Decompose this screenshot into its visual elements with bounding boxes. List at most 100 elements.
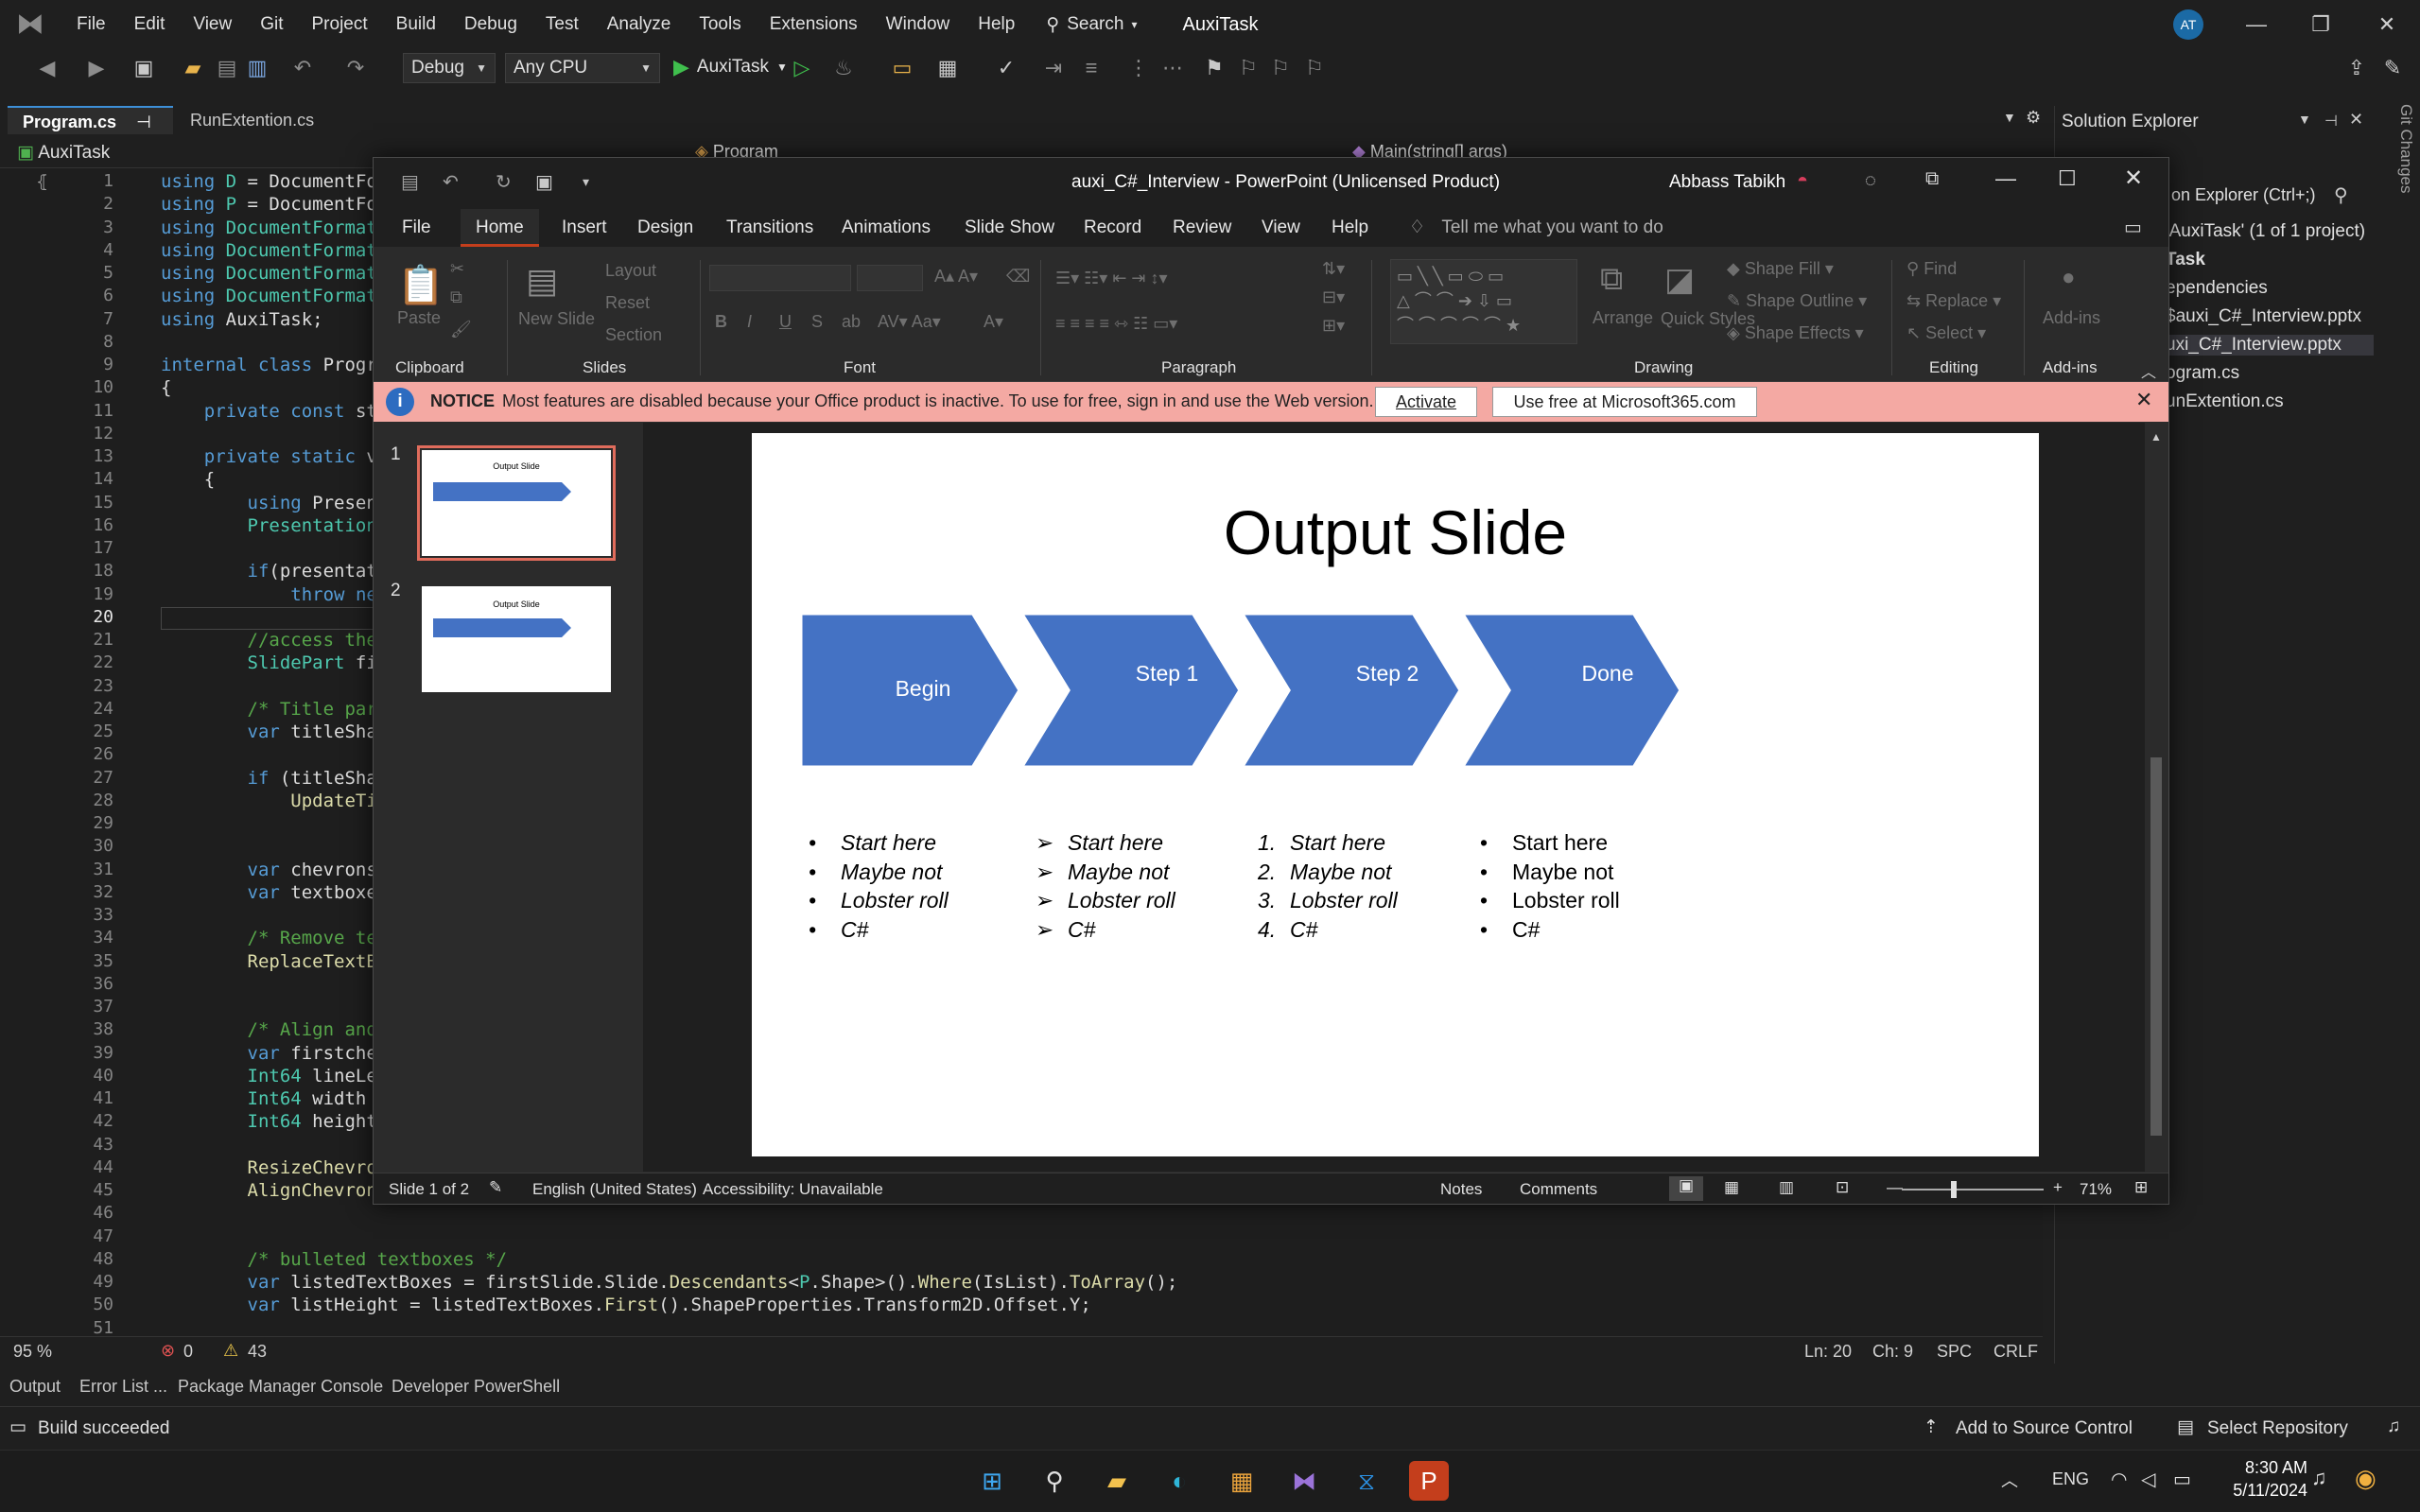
edge-icon[interactable]: ◐ (1159, 1461, 1199, 1501)
wifi-icon[interactable]: ◠ (2111, 1468, 2127, 1491)
find-button[interactable]: ⚲ Find (1906, 259, 1957, 279)
scroll-up-icon[interactable]: ▲ (2150, 430, 2162, 443)
scroll-thumb[interactable] (2150, 757, 2162, 1136)
text-direction-icon[interactable]: ⇅▾ (1322, 259, 1345, 279)
back-icon[interactable]: ◀ (34, 55, 61, 81)
present-icon[interactable]: ▣ (535, 170, 553, 194)
italic-icon[interactable]: I (747, 312, 752, 332)
line-ending-indicator[interactable]: CRLF (1993, 1342, 2038, 1362)
align-text-icon[interactable]: ⊟▾ (1322, 287, 1345, 307)
arrange-button[interactable]: Arrange (1593, 308, 1653, 328)
tab-error-list[interactable]: Error List ... (79, 1377, 167, 1397)
whitespace-indicator[interactable]: SPC (1937, 1342, 1972, 1362)
bold-icon[interactable]: B (715, 312, 727, 332)
open-folder-icon[interactable]: ▰ (180, 55, 206, 81)
share-icon[interactable]: ⇪ (2343, 55, 2370, 81)
menu-tools[interactable]: Tools (685, 0, 755, 49)
replace-button[interactable]: ⇆ Replace ▾ (1906, 291, 2001, 311)
add-ins-button[interactable]: Add-ins (2043, 308, 2100, 328)
slide-title[interactable]: Output Slide (752, 496, 2039, 568)
shape-outline-button[interactable]: ✎ Shape Outline ▾ (1727, 291, 1867, 311)
notes-button[interactable]: Notes (1440, 1180, 1482, 1199)
customize-toolbar-icon[interactable]: ▾ (583, 174, 589, 190)
undo-icon[interactable]: ↶ (443, 170, 459, 194)
add-to-source-control-button[interactable]: Add to Source Control (1956, 1418, 2133, 1439)
bullet-textbox[interactable]: ➢ Start here ➢ Maybe not ➢ Lobster roll ➢ C# (1036, 828, 1175, 944)
tab-help[interactable]: Help (1316, 209, 1384, 247)
redo-icon[interactable]: ↷ (342, 55, 369, 81)
start-without-debugging-icon[interactable]: ▷ (789, 55, 815, 81)
tab-insert[interactable]: Insert (547, 209, 622, 247)
tab-runextention-cs[interactable]: RunExtention.cs (175, 106, 364, 134)
menu-help[interactable]: Help (964, 0, 1029, 49)
tab-developer-powershell[interactable]: Developer PowerShell (392, 1377, 560, 1397)
tab-home[interactable]: Home (461, 209, 539, 247)
code-line[interactable]: /* bulleted textboxes */ (161, 1248, 2043, 1271)
close-icon[interactable]: ✕ (2355, 0, 2419, 49)
start-icon[interactable]: ⊞ (972, 1461, 1012, 1501)
close-icon[interactable]: ✕ (2135, 388, 2152, 412)
paste-button[interactable]: Paste (397, 308, 441, 328)
slide-thumbnail-2[interactable]: Output Slide (422, 586, 611, 692)
tab-design[interactable]: Design (622, 209, 708, 247)
tell-me-search[interactable]: ♢ Tell me what you want to do (1409, 209, 1663, 247)
language-indicator[interactable]: English (United States) (532, 1180, 697, 1199)
clear-bookmarks-icon[interactable]: ⚐ (1301, 55, 1328, 81)
git-changes-tab[interactable]: Git Changes (2387, 104, 2415, 293)
tab-list-dropdown-icon[interactable]: ▼ (2003, 110, 2016, 125)
user-avatar-icon[interactable]: ◓ (1797, 170, 1808, 192)
redo-icon[interactable]: ↻ (496, 170, 512, 194)
file-node-temp-pptx[interactable]: $auxi_C#_Interview.pptx (2166, 306, 2361, 327)
save-icon[interactable]: ▤ (401, 170, 419, 194)
menu-analyze[interactable]: Analyze (593, 0, 686, 49)
menu-test[interactable]: Test (531, 0, 593, 49)
step-icon[interactable]: ⇥ (1040, 55, 1067, 81)
reset-button[interactable]: Reset (605, 293, 650, 313)
bullets-icon[interactable]: ☰▾ ☷▾ ⇤ ⇥ ↕▾ (1055, 269, 1168, 288)
use-free-web-button[interactable]: Use free at Microsoft365.com (1492, 387, 1757, 417)
bullet-textbox[interactable]: • Start here • Maybe not • Lobster roll • C# (1480, 828, 1620, 944)
menu-git[interactable]: Git (246, 0, 297, 49)
new-project-icon[interactable]: ▣ (131, 55, 157, 81)
underline-icon[interactable]: U (779, 312, 792, 332)
prev-bookmark-icon[interactable]: ⚐ (1235, 55, 1262, 81)
visual-studio-icon[interactable]: ⧓ (1284, 1461, 1324, 1501)
minimize-icon[interactable]: — (2224, 0, 2289, 49)
configuration-select[interactable]: Debug ▼ (403, 53, 496, 83)
visual-studio-logo-icon[interactable]: ⧓ (13, 8, 47, 42)
undo-icon[interactable]: ↶ (289, 55, 316, 81)
tab-view[interactable]: View (1246, 209, 1315, 247)
line-indicator[interactable]: Ln: 20 (1804, 1342, 1852, 1362)
select-button[interactable]: ↖ Select ▾ (1906, 323, 1986, 343)
fit-slide-icon[interactable]: ⊞ (2134, 1178, 2148, 1197)
collapse-ribbon-icon[interactable]: ︿ (2141, 359, 2156, 382)
save-all-icon[interactable]: ▥ (244, 55, 270, 81)
nav-project-dropdown[interactable]: ▣ AuxiTask (17, 142, 110, 164)
search-icon[interactable]: ⚲ (1035, 1461, 1074, 1501)
clear-formatting-icon[interactable]: ⌫ (1006, 267, 1030, 287)
font-name-combo[interactable] (709, 265, 851, 291)
hot-reload-icon[interactable]: ♨ (830, 55, 857, 81)
error-count[interactable]: 0 (183, 1342, 193, 1362)
next-bookmark-icon[interactable]: ⚐ (1267, 55, 1294, 81)
tab-file[interactable]: File (387, 209, 446, 247)
store-icon[interactable]: ▦ (1222, 1461, 1262, 1501)
file-node-program-cs[interactable]: ogram.cs (2166, 363, 2239, 384)
account-avatar[interactable]: AT (2173, 9, 2203, 40)
start-debugging-button[interactable]: ▶ AuxiTask ▼ (673, 55, 788, 79)
platform-select[interactable]: Any CPU ▼ (505, 53, 660, 83)
accessibility-indicator[interactable]: Accessibility: Unavailable (703, 1180, 883, 1199)
tab-package-manager-console[interactable]: Package Manager Console (178, 1377, 383, 1397)
zoom-in-icon[interactable]: + (2053, 1178, 2063, 1197)
tab-output[interactable]: Output (9, 1377, 61, 1397)
ppt-user-name[interactable]: Abbass Tabikh (1669, 172, 1785, 193)
minimize-icon[interactable]: — (1995, 166, 2016, 191)
quick-styles-button[interactable]: Quick Styles (1661, 308, 1755, 329)
section-button[interactable]: Section (605, 325, 662, 345)
shape-fill-button[interactable]: ◆ Shape Fill ▾ (1727, 259, 1834, 279)
gear-icon[interactable]: ⚙ (2026, 108, 2041, 128)
restore-icon[interactable]: ❐ (2289, 0, 2353, 49)
layout-icon[interactable]: ▦ (934, 55, 961, 81)
font-color-icon[interactable]: A▾ (984, 312, 1003, 332)
menu-extensions[interactable]: Extensions (756, 0, 872, 49)
